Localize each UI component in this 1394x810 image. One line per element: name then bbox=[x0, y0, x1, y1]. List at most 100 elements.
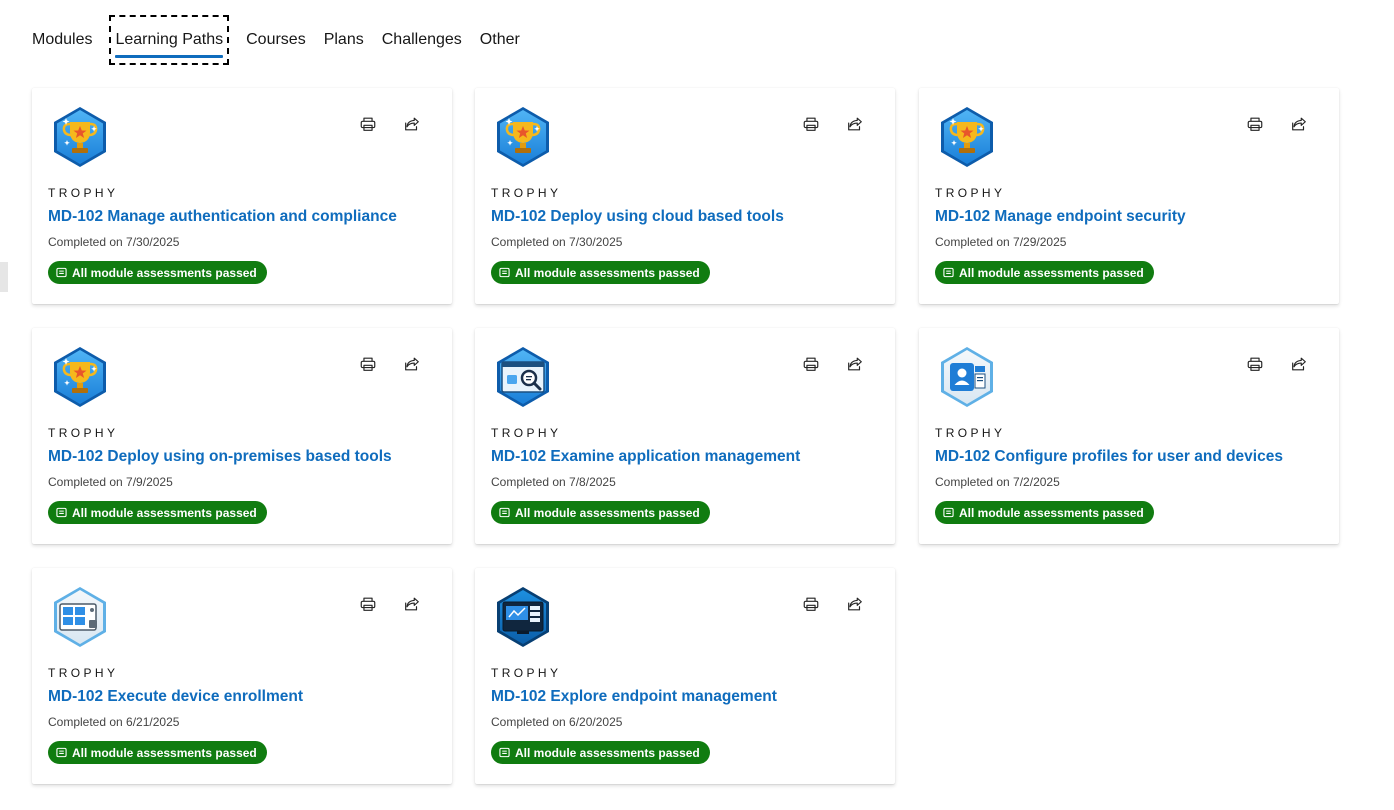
trophy-icon bbox=[52, 346, 108, 408]
card-actions bbox=[1245, 354, 1309, 374]
share-icon[interactable] bbox=[402, 114, 422, 134]
tab-plans[interactable]: Plans bbox=[324, 16, 364, 64]
print-icon[interactable] bbox=[801, 114, 821, 134]
card-title-link[interactable]: MD-102 Manage authentication and complia… bbox=[48, 208, 397, 226]
completion-date: Completed on 7/9/2025 bbox=[48, 475, 173, 489]
status-badge-label: All module assessments passed bbox=[72, 745, 257, 760]
print-icon[interactable] bbox=[801, 354, 821, 374]
completion-date: Completed on 7/30/2025 bbox=[48, 235, 180, 249]
assessment-icon bbox=[943, 507, 954, 518]
side-handle bbox=[0, 262, 8, 292]
card-actions bbox=[801, 354, 865, 374]
print-icon[interactable] bbox=[801, 594, 821, 614]
card-type-label: TROPHY bbox=[935, 426, 1006, 440]
print-icon[interactable] bbox=[358, 594, 378, 614]
learning-path-card[interactable]: TROPHY MD-102 Manage endpoint security C… bbox=[919, 88, 1339, 304]
device-enrollment-icon bbox=[52, 586, 108, 648]
tab-modules[interactable]: Modules bbox=[32, 16, 92, 64]
tab-label: Modules bbox=[32, 31, 93, 48]
learning-path-card[interactable]: TROPHY MD-102 Configure profiles for use… bbox=[919, 328, 1339, 544]
tab-learning-paths[interactable]: Learning Paths bbox=[109, 15, 230, 65]
status-badge-label: All module assessments passed bbox=[515, 265, 700, 280]
card-type-label: TROPHY bbox=[48, 426, 119, 440]
status-badge-label: All module assessments passed bbox=[72, 265, 257, 280]
status-badge: All module assessments passed bbox=[48, 261, 267, 284]
completion-date: Completed on 7/29/2025 bbox=[935, 235, 1067, 249]
learning-path-card[interactable]: TROPHY MD-102 Execute device enrollment … bbox=[32, 568, 452, 784]
status-badge: All module assessments passed bbox=[935, 261, 1154, 284]
tab-label: Courses bbox=[246, 31, 306, 48]
tab-label: Learning Paths bbox=[115, 31, 224, 48]
print-icon[interactable] bbox=[1245, 114, 1265, 134]
completion-date: Completed on 6/21/2025 bbox=[48, 715, 180, 729]
learning-path-card[interactable]: TROPHY MD-102 Deploy using on-premises b… bbox=[32, 328, 452, 544]
card-actions bbox=[358, 354, 422, 374]
card-title-link[interactable]: MD-102 Deploy using on-premises based to… bbox=[48, 448, 392, 466]
assessment-icon bbox=[499, 747, 510, 758]
share-icon[interactable] bbox=[845, 594, 865, 614]
status-badge: All module assessments passed bbox=[491, 741, 710, 764]
card-type-label: TROPHY bbox=[491, 186, 562, 200]
profile-card-icon bbox=[939, 346, 995, 408]
learning-path-card[interactable]: TROPHY MD-102 Manage authentication and … bbox=[32, 88, 452, 304]
tab-label: Plans bbox=[323, 31, 364, 48]
tab-challenges[interactable]: Challenges bbox=[382, 16, 462, 64]
completion-date: Completed on 7/30/2025 bbox=[491, 235, 623, 249]
tab-label: Other bbox=[479, 31, 520, 48]
card-type-label: TROPHY bbox=[491, 426, 562, 440]
status-badge-label: All module assessments passed bbox=[72, 505, 257, 520]
app-search-icon bbox=[495, 346, 551, 408]
share-icon[interactable] bbox=[845, 354, 865, 374]
trophy-icon bbox=[52, 106, 108, 168]
card-actions bbox=[358, 594, 422, 614]
tab-other[interactable]: Other bbox=[480, 16, 520, 64]
status-badge: All module assessments passed bbox=[491, 261, 710, 284]
card-title-link[interactable]: MD-102 Execute device enrollment bbox=[48, 688, 303, 706]
trophy-icon bbox=[939, 106, 995, 168]
share-icon[interactable] bbox=[1289, 354, 1309, 374]
completion-date: Completed on 7/2/2025 bbox=[935, 475, 1060, 489]
status-badge: All module assessments passed bbox=[491, 501, 710, 524]
share-icon[interactable] bbox=[1289, 114, 1309, 134]
trophy-icon bbox=[495, 106, 551, 168]
card-title-link[interactable]: MD-102 Manage endpoint security bbox=[935, 208, 1186, 226]
assessment-icon bbox=[56, 507, 67, 518]
card-type-label: TROPHY bbox=[935, 186, 1006, 200]
assessment-icon bbox=[56, 747, 67, 758]
card-actions bbox=[801, 114, 865, 134]
learning-path-card[interactable]: TROPHY MD-102 Examine application manage… bbox=[475, 328, 895, 544]
learning-path-card[interactable]: TROPHY MD-102 Explore endpoint managemen… bbox=[475, 568, 895, 784]
card-actions bbox=[1245, 114, 1309, 134]
status-badge-label: All module assessments passed bbox=[515, 505, 700, 520]
card-title-link[interactable]: MD-102 Deploy using cloud based tools bbox=[491, 208, 784, 226]
card-type-label: TROPHY bbox=[48, 186, 119, 200]
completion-date: Completed on 7/8/2025 bbox=[491, 475, 616, 489]
completion-date: Completed on 6/20/2025 bbox=[491, 715, 623, 729]
card-title-link[interactable]: MD-102 Explore endpoint management bbox=[491, 688, 777, 706]
share-icon[interactable] bbox=[845, 114, 865, 134]
card-type-label: TROPHY bbox=[491, 666, 562, 680]
assessment-icon bbox=[56, 267, 67, 278]
status-badge: All module assessments passed bbox=[935, 501, 1154, 524]
assessment-icon bbox=[943, 267, 954, 278]
status-badge-label: All module assessments passed bbox=[959, 265, 1144, 280]
card-actions bbox=[801, 594, 865, 614]
tab-courses[interactable]: Courses bbox=[246, 16, 306, 64]
share-icon[interactable] bbox=[402, 354, 422, 374]
print-icon[interactable] bbox=[358, 354, 378, 374]
status-badge-label: All module assessments passed bbox=[959, 505, 1144, 520]
card-title-link[interactable]: MD-102 Configure profiles for user and d… bbox=[935, 448, 1283, 466]
card-actions bbox=[358, 114, 422, 134]
assessment-icon bbox=[499, 507, 510, 518]
print-icon[interactable] bbox=[1245, 354, 1265, 374]
share-icon[interactable] bbox=[402, 594, 422, 614]
print-icon[interactable] bbox=[358, 114, 378, 134]
tab-label: Challenges bbox=[381, 31, 462, 48]
endpoint-dashboard-icon bbox=[495, 586, 551, 648]
status-badge: All module assessments passed bbox=[48, 741, 267, 764]
tab-bar: Modules Learning Paths Courses Plans Cha… bbox=[32, 15, 520, 65]
learning-path-card[interactable]: TROPHY MD-102 Deploy using cloud based t… bbox=[475, 88, 895, 304]
card-title-link[interactable]: MD-102 Examine application management bbox=[491, 448, 800, 466]
status-badge-label: All module assessments passed bbox=[515, 745, 700, 760]
status-badge: All module assessments passed bbox=[48, 501, 267, 524]
